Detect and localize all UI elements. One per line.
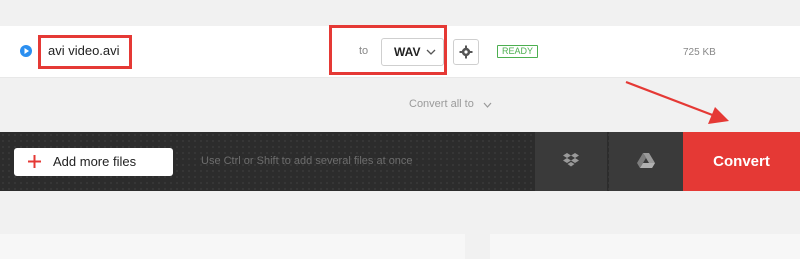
dropbox-button[interactable]	[535, 132, 608, 191]
google-drive-button[interactable]	[609, 132, 683, 191]
content-panel-right	[490, 234, 800, 259]
dropbox-icon	[563, 153, 579, 167]
convert-label: Convert	[713, 153, 770, 170]
content-panel-left	[0, 234, 465, 259]
convert-button[interactable]: Convert	[683, 132, 800, 191]
hint-text: Use Ctrl or Shift to add several files a…	[201, 155, 413, 167]
plus-icon	[28, 155, 41, 168]
add-more-files-button[interactable]: Add more files	[14, 148, 173, 176]
google-drive-icon	[637, 153, 655, 168]
add-more-files-label: Add more files	[53, 154, 137, 169]
annotation-arrow	[625, 80, 729, 124]
